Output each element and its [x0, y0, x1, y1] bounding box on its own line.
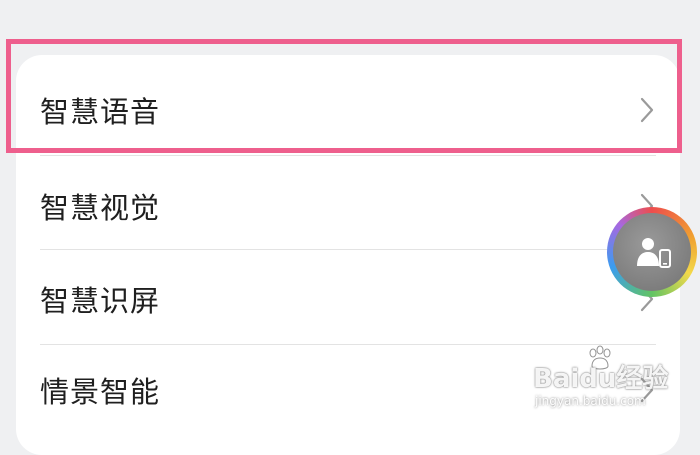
floating-assistant-inner [613, 213, 691, 291]
list-item-label: 智慧视觉 [40, 191, 161, 225]
chevron-right-icon [640, 97, 654, 123]
list-item-scenario-intelligence[interactable]: 情景智能 [16, 342, 680, 438]
floating-assistant-button[interactable] [607, 207, 697, 297]
list-item-smart-screen-recognition[interactable]: 智慧识屏 [16, 251, 680, 347]
divider [40, 155, 656, 156]
person-phone-icon [637, 238, 671, 268]
list-item-label: 智慧识屏 [40, 284, 161, 318]
list-item-label: 智慧语音 [40, 95, 161, 129]
list-item-smart-voice[interactable]: 智慧语音 [16, 62, 680, 158]
divider [40, 249, 656, 250]
chevron-right-icon [640, 377, 654, 403]
list-item-smart-vision[interactable]: 智慧视觉 [16, 158, 680, 254]
list-item-label: 情景智能 [40, 375, 161, 409]
